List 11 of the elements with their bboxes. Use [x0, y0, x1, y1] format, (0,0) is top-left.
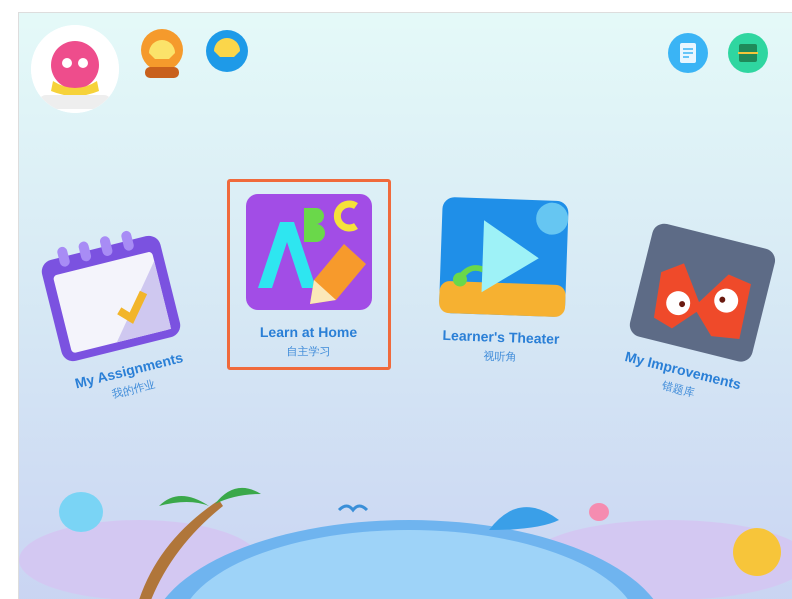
shell-icon[interactable]: [205, 29, 249, 73]
tile-title: Learner's Theater: [442, 326, 560, 347]
scanner-icon[interactable]: [728, 33, 768, 73]
tile-subtitle: 自主学习: [286, 344, 330, 359]
shell-coin-icon[interactable]: [139, 29, 185, 79]
tile-subtitle: 视听角: [483, 349, 517, 365]
menu-tile[interactable]: Learn at Home 自主学习: [226, 179, 390, 370]
letters-pencil-icon: [244, 192, 374, 312]
menu-tile[interactable]: Learner's Theater 视听角: [417, 181, 588, 378]
tile-title: Learn at Home: [260, 324, 358, 340]
clipboard-icon[interactable]: [668, 33, 708, 73]
